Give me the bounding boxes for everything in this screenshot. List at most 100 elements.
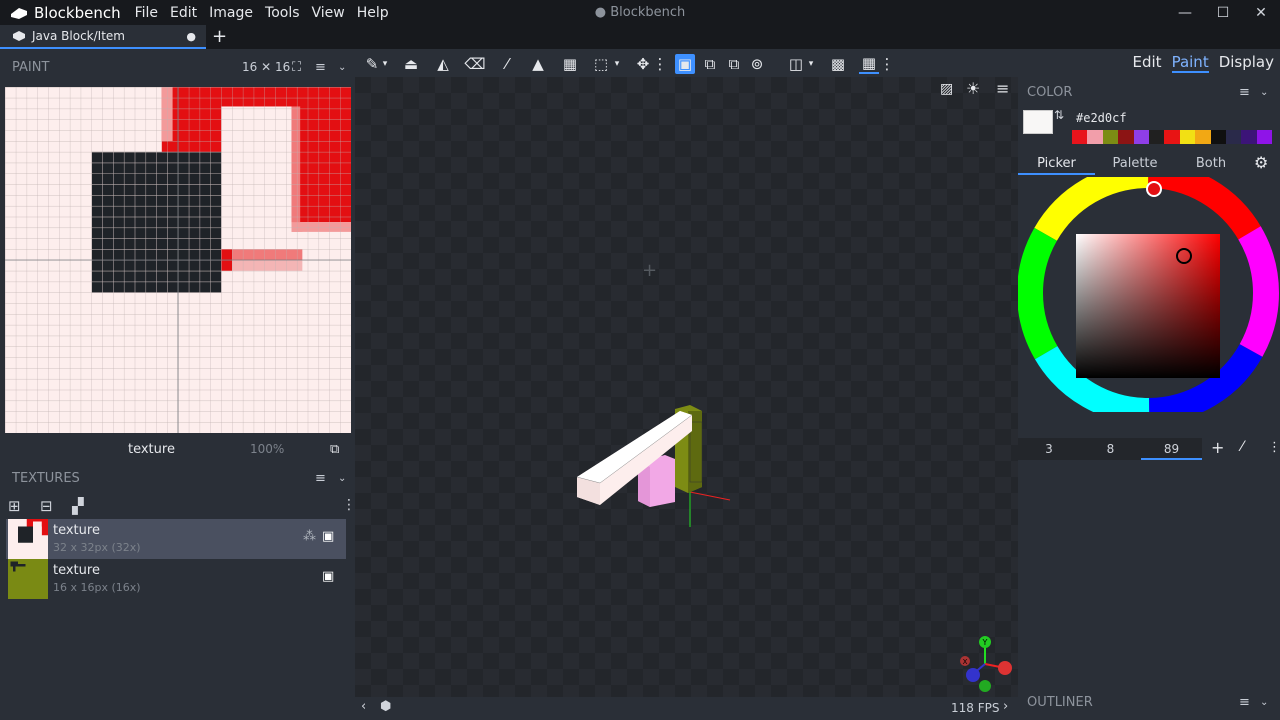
mode-paint[interactable]: Paint [1171,53,1209,73]
palette-swatch[interactable] [1118,130,1134,144]
hue-input[interactable]: 3 [1018,438,1080,460]
value-input[interactable]: 89 [1141,438,1202,460]
selection-dropdown-icon[interactable]: ▾ [612,54,622,74]
tab-both[interactable]: Both [1176,156,1246,171]
palette-swatch[interactable] [1256,130,1273,144]
stamp-tool-icon[interactable]: ⏏ [401,54,421,74]
collapse-chevron-icon[interactable]: ⌄ [1260,87,1268,98]
texture-list-item[interactable]: texture 16 x 16px (16x) ▣ [6,559,346,599]
palette-swatch[interactable] [1210,130,1226,144]
palette-swatch[interactable] [1072,130,1088,144]
palette-swatch[interactable] [1087,130,1103,144]
texture-list-item[interactable]: texture 32 x 32px (32x) ⁂ ▣ [6,519,346,559]
color-more-icon[interactable]: ⋮ [1268,440,1280,455]
unsaved-dot-icon[interactable]: ● [186,30,196,43]
textures-more-icon[interactable]: ⋮ [342,497,356,513]
saturation-input[interactable]: 8 [1080,438,1141,460]
crosshair-icon: + [642,260,658,281]
gradient-tool-icon[interactable]: ▦ [560,54,580,74]
toolbar-more-icon[interactable]: ⋮ [880,54,895,74]
palette-swatch[interactable] [1225,130,1242,144]
minimize-button[interactable]: — [1166,5,1204,21]
color-value-inputs: 3 8 89 + ⁄ ⋮ [1018,438,1280,460]
save-icon[interactable]: ▣ [322,569,334,584]
viewport-menu-icon[interactable]: ≡ [996,79,1009,98]
add-texture-icon[interactable]: ⊞ [8,497,21,515]
texture-atlas-icon[interactable]: ▞ [72,497,84,515]
eyedropper-icon[interactable]: ⁄ [497,54,517,74]
import-texture-icon[interactable]: ⊟ [40,497,53,515]
new-tab-button[interactable]: + [212,26,227,47]
collapse-chevron-icon[interactable]: ⌄ [338,62,346,73]
app-logo[interactable]: Blockbench [10,4,121,22]
save-icon[interactable]: ▣ [322,529,334,544]
menu-view[interactable]: View [312,5,345,21]
lighting-icon[interactable]: ☀ [966,79,980,98]
pixel-grid-icon[interactable]: ▦ [859,54,879,74]
palette-swatch[interactable] [1148,130,1165,144]
menu-tools[interactable]: Tools [265,5,300,21]
eraser-icon[interactable]: ⌫ [464,54,485,74]
screenshot-icon[interactable]: ▨ [940,81,953,97]
palette-swatch[interactable] [1164,130,1180,144]
panel-menu-icon[interactable]: ≡ [315,60,326,75]
lock-alpha-icon[interactable]: ▩ [828,54,848,74]
fullscreen-icon[interactable]: ⛶ [292,60,301,75]
palette-strip[interactable] [1072,130,1273,145]
menu-edit[interactable]: Edit [170,5,197,21]
mirror-mode-2-icon[interactable]: ⧉ [700,54,720,74]
panel-menu-icon[interactable]: ≡ [315,471,326,486]
texture-resolution[interactable]: 16 ✕ 16 [242,60,290,74]
collapse-chevron-icon[interactable]: ⌄ [1260,697,1268,708]
palette-swatch[interactable] [1195,130,1211,144]
3d-viewport[interactable]: ▨ ☀ ≡ + Y X [355,77,1018,697]
color-wheel[interactable] [1018,177,1280,412]
gear-icon[interactable]: ⚙ [1254,153,1268,172]
fill-bucket-icon[interactable]: ◭ [433,54,453,74]
menu-image[interactable]: Image [209,5,253,21]
swap-colors-icon[interactable]: ⇅ [1054,108,1064,122]
palette-swatch[interactable] [1179,130,1196,144]
selection-tool-icon[interactable]: ⬚ [591,54,611,74]
maximize-button[interactable]: ☐ [1204,5,1242,21]
collapse-chevron-icon[interactable]: ⌄ [338,473,346,484]
tab-picker[interactable]: Picker [1018,156,1095,175]
close-button[interactable]: ✕ [1242,5,1280,21]
palette-swatch[interactable] [1133,130,1149,144]
chevron-left-icon[interactable]: ‹ [361,699,366,714]
shapes-tool-icon[interactable]: ▲ [528,54,548,74]
3d-model[interactable] [570,397,740,537]
menu-file[interactable]: File [135,5,158,21]
outliner-title: OUTLINER [1027,694,1093,710]
panel-menu-icon[interactable]: ≡ [1239,85,1250,100]
zoom-level: 100% [250,442,285,456]
mode-display[interactable]: Display [1219,53,1274,73]
chevron-right-icon[interactable]: › [1003,699,1008,714]
move-tool-icon[interactable]: ✥ [633,54,653,74]
add-to-palette-icon[interactable]: + [1211,438,1224,457]
block-icon[interactable]: ⬢ [380,699,391,714]
tab-palette[interactable]: Palette [1100,156,1170,171]
palette-swatch[interactable] [1102,130,1119,144]
hex-input[interactable]: #e2d0cf [1076,111,1127,125]
mode-edit[interactable]: Edit [1133,53,1162,73]
project-tab[interactable]: Java Block/Item ● [0,25,206,49]
texture-canvas[interactable] [5,87,351,433]
brush-dropdown-icon[interactable]: ▾ [380,54,390,74]
axis-gizmo[interactable]: Y X [955,634,1015,694]
mirror-mode-3-icon[interactable]: ⧉ [724,54,744,74]
brush-icon[interactable]: ✎ [362,54,382,74]
more-options-icon[interactable]: ⋮ [653,54,668,74]
menu-help[interactable]: Help [357,5,389,21]
palette-swatch[interactable] [1241,130,1257,144]
particle-icon[interactable]: ⁂ [303,529,316,544]
eyedropper-icon[interactable]: ⁄ [1241,439,1243,455]
panel-menu-icon[interactable]: ≡ [1239,695,1250,710]
current-color-swatch[interactable] [1023,110,1053,134]
mirror-dropdown-icon[interactable]: ▾ [806,54,816,74]
view-mode-icon[interactable]: ⊚ [747,54,767,74]
mirror-painting-icon[interactable]: ◫ [786,54,806,74]
copy-icon[interactable]: ⧉ [330,442,339,457]
mirror-mode-1-icon[interactable]: ▣ [675,54,695,74]
textures-panel-title: TEXTURES [12,470,80,486]
